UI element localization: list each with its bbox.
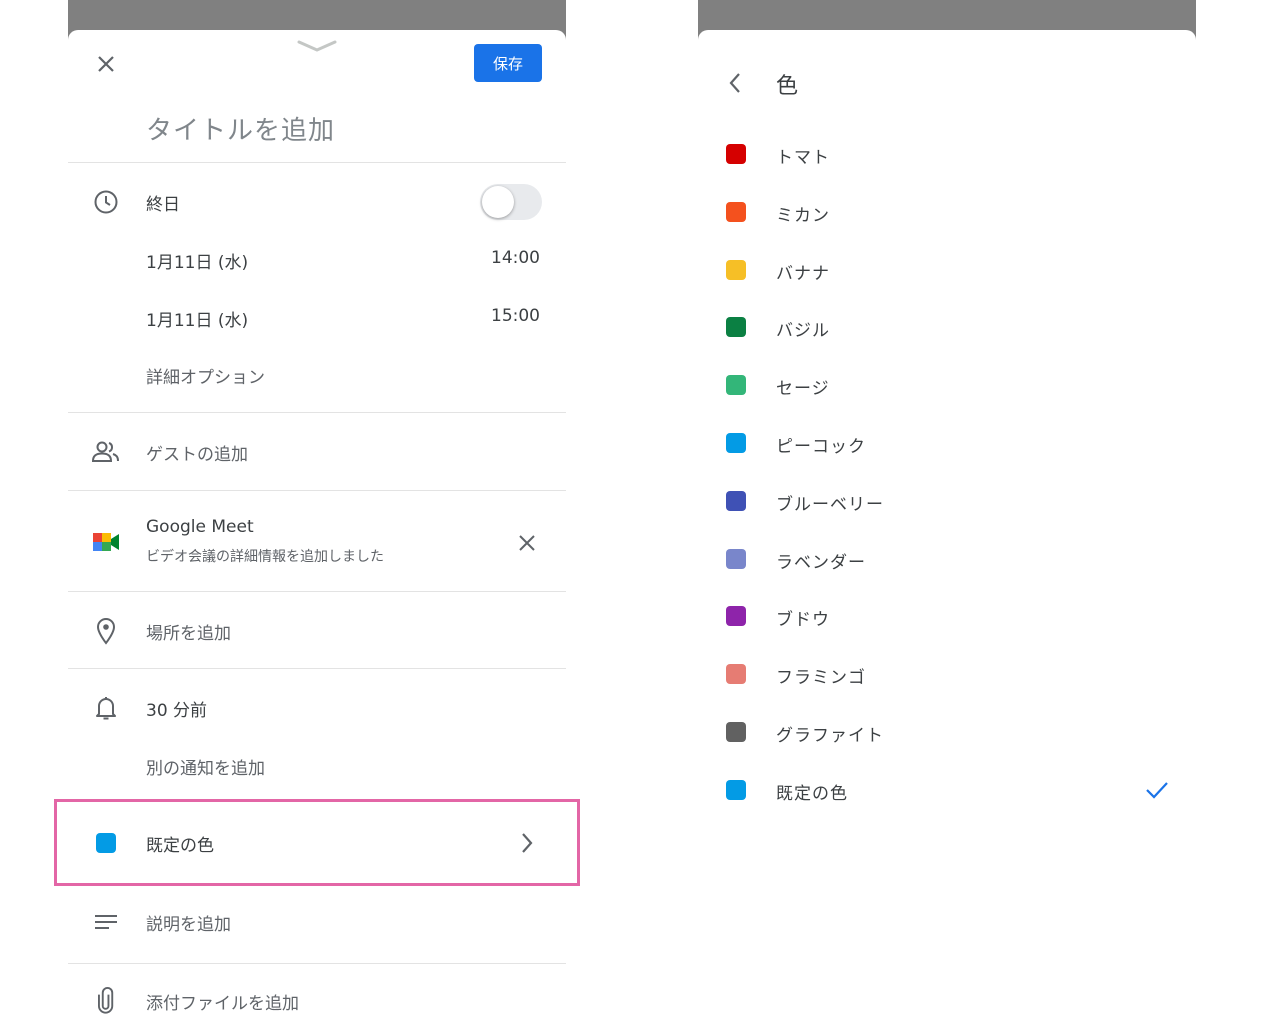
toggle-knob: [482, 186, 514, 218]
close-icon[interactable]: [90, 48, 122, 80]
color-option-label[interactable]: 既定の色: [776, 779, 848, 804]
color-swatch[interactable]: [726, 606, 746, 627]
color-option-label[interactable]: ミカン: [776, 201, 830, 226]
add-guests-field[interactable]: ゲストの追加: [146, 440, 248, 465]
color-picker-sheet: [698, 30, 1196, 1020]
divider: [68, 591, 566, 592]
google-meet-icon: [90, 528, 122, 556]
title-input[interactable]: タイトルを追加: [146, 110, 335, 147]
color-swatch[interactable]: [726, 664, 746, 685]
color-swatch[interactable]: [726, 259, 746, 280]
meet-title[interactable]: Google Meet: [146, 517, 254, 537]
start-time[interactable]: 14:00: [491, 248, 540, 268]
location-pin-icon: [92, 616, 120, 646]
end-date[interactable]: 1月11日 (水): [146, 306, 248, 331]
notification-item[interactable]: 30 分前: [146, 696, 207, 721]
divider: [68, 668, 566, 669]
notes-icon: [92, 908, 120, 936]
color-option-label[interactable]: バジル: [776, 316, 830, 341]
meet-subtitle: ビデオ会議の詳細情報を追加しました: [146, 549, 384, 565]
color-option-label[interactable]: セージ: [776, 374, 830, 399]
color-swatch[interactable]: [726, 433, 746, 453]
clock-icon: [92, 188, 120, 216]
color-option-label[interactable]: ブドウ: [776, 605, 830, 630]
add-location-field[interactable]: 場所を追加: [146, 619, 231, 644]
color-swatch[interactable]: [726, 144, 746, 164]
color-option-label[interactable]: トマト: [776, 143, 830, 168]
back-arrow-icon[interactable]: [722, 70, 748, 96]
color-option-label[interactable]: グラファイト: [776, 721, 884, 746]
all-day-label: 終日: [146, 195, 180, 215]
color-option-label[interactable]: バナナ: [776, 259, 830, 284]
paperclip-icon: [94, 986, 118, 1016]
color-option-label[interactable]: ラベンダー: [776, 548, 866, 573]
checkmark-icon: [1144, 778, 1170, 802]
add-description-field[interactable]: 説明を追加: [146, 910, 231, 935]
color-swatch[interactable]: [726, 548, 746, 569]
color-option-label[interactable]: ピーコック: [776, 432, 866, 457]
drag-handle-icon[interactable]: [295, 38, 339, 54]
divider: [68, 490, 566, 491]
color-option-label[interactable]: ブルーベリー: [776, 490, 884, 515]
add-notification-link[interactable]: 別の通知を追加: [146, 754, 265, 779]
color-swatch[interactable]: [726, 201, 746, 222]
bell-icon: [92, 694, 120, 722]
color-swatch[interactable]: [726, 490, 746, 511]
color-option-label[interactable]: フラミンゴ: [776, 663, 866, 688]
people-icon: [90, 438, 122, 466]
color-swatch[interactable]: [726, 779, 746, 800]
color-row-highlight: [54, 799, 580, 886]
all-day-toggle[interactable]: [480, 184, 542, 220]
divider: [68, 412, 566, 413]
end-time[interactable]: 15:00: [491, 306, 540, 326]
color-swatch[interactable]: [726, 722, 746, 742]
remove-meet-close-icon[interactable]: [514, 530, 540, 556]
save-button[interactable]: 保存: [474, 44, 542, 82]
color-picker-panel: 色 トマトミカンバナナバジルセージピーコックブルーベリー ラベンダーブドウフラミン…: [698, 0, 1196, 1020]
color-swatch[interactable]: [726, 375, 746, 396]
divider: [68, 162, 566, 163]
more-options-link[interactable]: 詳細オプション: [146, 363, 265, 388]
start-date[interactable]: 1月11日 (水): [146, 248, 248, 273]
divider: [68, 963, 566, 964]
color-picker-title: 色: [776, 74, 799, 99]
add-attachment-field[interactable]: 添付ファイルを追加: [146, 989, 299, 1014]
color-swatch[interactable]: [726, 317, 746, 338]
